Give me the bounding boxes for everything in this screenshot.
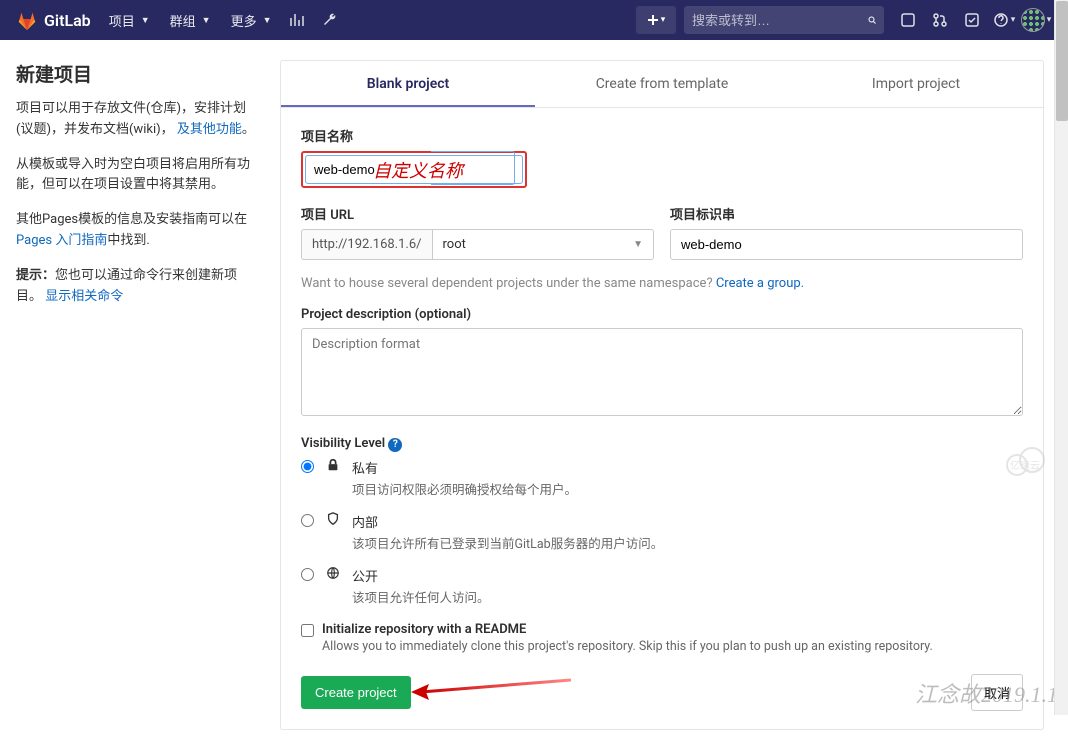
project-name-label: 项目名称 xyxy=(301,126,1023,145)
tab-import-project[interactable]: Import project xyxy=(789,61,1043,107)
issues-icon[interactable] xyxy=(892,4,924,36)
project-slug-label: 项目标识串 xyxy=(670,204,1023,223)
radio-private[interactable] xyxy=(301,460,314,473)
visibility-label: Visibility Level ? xyxy=(301,436,1023,452)
activity-icon[interactable] xyxy=(282,4,314,36)
visibility-public-option[interactable]: 公开 该项目允许任何人访问。 xyxy=(301,566,1023,606)
help-icon[interactable]: ? xyxy=(388,438,402,452)
scrollbar[interactable] xyxy=(1054,0,1068,715)
sidebar-tip: 提示：您也可以通过命令行来创建新项目。 显示相关命令 xyxy=(16,266,256,308)
project-url-label: 项目 URL xyxy=(301,204,654,223)
globe-icon xyxy=(324,566,342,580)
readme-label: Initialize repository with a README xyxy=(322,622,933,637)
page-title: 新建项目 xyxy=(16,60,256,87)
search-icon xyxy=(868,13,876,27)
merge-requests-icon[interactable] xyxy=(924,4,956,36)
svg-text:亿速云: 亿速云 xyxy=(1010,459,1040,472)
tab-blank-project[interactable]: Blank project xyxy=(281,61,535,107)
avatar-icon xyxy=(1021,8,1045,32)
shield-icon xyxy=(324,512,342,526)
help-sidebar: 新建项目 项目可以用于存放文件(仓库)，安排计划(议题)，并发布文档(wiki)… xyxy=(16,60,256,730)
sidebar-para-3: 其他Pages模板的信息及安装指南可以在 Pages 入门指南中找到. xyxy=(16,210,256,252)
chevron-down-icon: ▼ xyxy=(141,15,150,26)
show-command-link[interactable]: 显示相关命令 xyxy=(45,289,123,304)
visibility-private-option[interactable]: 私有 项目访问权限必须明确授权给每个用户。 xyxy=(301,458,1023,498)
watermark-logo-icon: 亿速云 xyxy=(1002,440,1052,484)
new-project-panel: Blank project Create from template Impor… xyxy=(280,60,1044,730)
namespace-select[interactable]: root ▼ xyxy=(432,229,654,260)
chevron-down-icon: ▼ xyxy=(263,15,272,26)
plus-icon xyxy=(647,14,659,26)
arrow-annotation-icon xyxy=(411,672,581,712)
description-label: Project description (optional) xyxy=(301,307,1023,322)
chevron-down-icon: ▼ xyxy=(633,239,643,250)
global-search[interactable] xyxy=(684,6,884,34)
search-input[interactable] xyxy=(692,13,868,28)
brand-text: GitLab xyxy=(44,11,91,30)
description-textarea[interactable] xyxy=(301,328,1023,416)
url-prefix: http://192.168.1.6/ xyxy=(301,229,432,260)
create-project-button[interactable]: Create project xyxy=(301,676,411,709)
name-extra-box[interactable] xyxy=(431,151,515,185)
project-slug-input[interactable] xyxy=(670,229,1023,260)
other-features-link[interactable]: 及其他功能 xyxy=(177,122,242,137)
radio-internal[interactable] xyxy=(301,514,314,527)
top-navbar: GitLab 项目▼ 群组▼ 更多▼ ▾ ▾ ▾ xyxy=(0,0,1068,40)
lock-icon xyxy=(324,458,342,472)
help-icon[interactable]: ▾ xyxy=(988,4,1020,36)
chevron-down-icon: ▾ xyxy=(661,15,666,25)
watermark-text: 江念故2019.1.1 xyxy=(915,677,1058,709)
nav-groups[interactable]: 群组▼ xyxy=(160,0,221,40)
chevron-down-icon: ▾ xyxy=(1047,15,1052,25)
scrollbar-thumb[interactable] xyxy=(1056,1,1068,121)
user-menu[interactable]: ▾ xyxy=(1020,4,1052,36)
group-hint: Want to house several dependent projects… xyxy=(301,276,1023,291)
wrench-icon[interactable] xyxy=(314,4,346,36)
nav-projects[interactable]: 项目▼ xyxy=(99,0,160,40)
pages-guide-link[interactable]: Pages 入门指南 xyxy=(16,233,107,248)
visibility-internal-option[interactable]: 内部 该项目允许所有已登录到当前GitLab服务器的用户访问。 xyxy=(301,512,1023,552)
tab-create-from-template[interactable]: Create from template xyxy=(535,61,789,107)
readme-checkbox-row[interactable]: Initialize repository with a README Allo… xyxy=(301,622,1023,654)
radio-public[interactable] xyxy=(301,568,314,581)
sidebar-para-1: 项目可以用于存放文件(仓库)，安排计划(议题)，并发布文档(wiki)， 及其他… xyxy=(16,99,256,141)
nav-more[interactable]: 更多▼ xyxy=(221,0,282,40)
sidebar-para-2: 从模板或导入时为空白项目将启用所有功能，但可以在项目设置中将其禁用。 xyxy=(16,155,256,197)
project-tabs: Blank project Create from template Impor… xyxy=(281,61,1043,108)
chevron-down-icon: ▾ xyxy=(1011,15,1016,25)
brand-logo[interactable]: GitLab xyxy=(16,9,91,31)
readme-checkbox[interactable] xyxy=(301,624,314,637)
chevron-down-icon: ▼ xyxy=(202,15,211,26)
gitlab-icon xyxy=(16,9,38,31)
new-dropdown[interactable]: ▾ xyxy=(636,6,676,34)
todos-icon[interactable] xyxy=(956,4,988,36)
create-group-link[interactable]: Create a group. xyxy=(716,276,804,291)
readme-desc: Allows you to immediately clone this pro… xyxy=(322,639,933,654)
